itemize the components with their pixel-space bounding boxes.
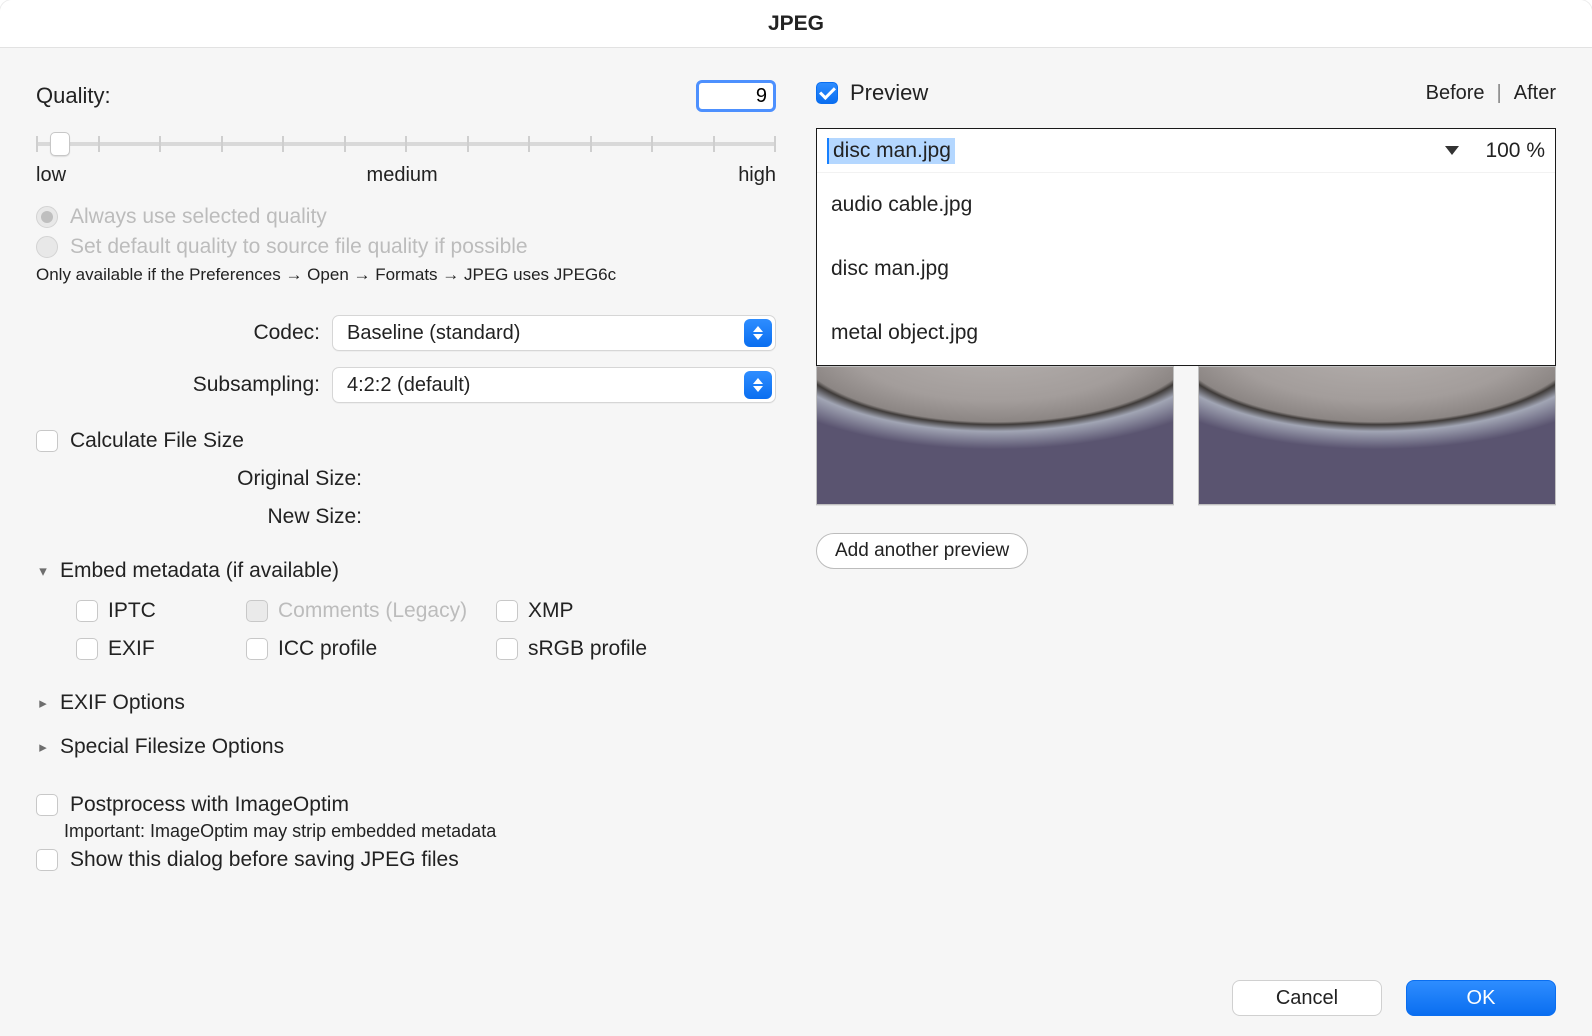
quality-slider[interactable]	[36, 126, 776, 160]
slider-high-label: high	[738, 164, 776, 187]
dropdown-option[interactable]: metal object.jpg	[817, 301, 1555, 365]
slider-medium-label: medium	[367, 164, 438, 187]
embed-metadata-disclosure[interactable]: ▾ Embed metadata (if available)	[36, 559, 776, 583]
updown-icon	[744, 319, 772, 347]
subsampling-label: Subsampling:	[36, 373, 320, 397]
quality-label: Quality:	[36, 83, 111, 109]
subsampling-select[interactable]: 4:2:2 (default)	[332, 367, 776, 403]
zoom-level: 100 %	[1485, 139, 1545, 163]
radio-source-label: Set default quality to source file quali…	[70, 235, 528, 259]
slider-thumb[interactable]	[50, 132, 70, 156]
xmp-checkbox[interactable]	[496, 600, 518, 622]
embed-metadata-label: Embed metadata (if available)	[60, 559, 339, 583]
dropdown-option[interactable]: disc man.jpg	[817, 237, 1555, 301]
calc-filesize-label: Calculate File Size	[70, 429, 244, 453]
comments-checkbox	[246, 600, 268, 622]
dialog-footer: Cancel OK	[1232, 980, 1556, 1016]
preview-images-row	[816, 366, 1556, 505]
slider-low-label: low	[36, 164, 66, 187]
separator: |	[1497, 82, 1502, 105]
calc-filesize-checkbox[interactable]	[36, 430, 58, 452]
exif-label: EXIF	[108, 637, 155, 661]
postprocess-note: Important: ImageOptim may strip embedded…	[64, 821, 776, 842]
iptc-label: IPTC	[108, 599, 156, 623]
postprocess-label: Postprocess with ImageOptim	[70, 793, 349, 817]
dialog-content: Quality: low medium high Always use	[0, 48, 1592, 1036]
iptc-checkbox[interactable]	[76, 600, 98, 622]
preview-checkbox[interactable]	[816, 82, 838, 104]
special-filesize-label: Special Filesize Options	[60, 735, 284, 759]
preview-panel: Preview Before | After disc man.jpg 100 …	[816, 80, 1556, 1016]
dialog-title: JPEG	[0, 0, 1592, 48]
subsampling-value: 4:2:2 (default)	[347, 374, 470, 397]
chevron-down-icon: ▾	[36, 562, 50, 580]
original-size-label: Original Size:	[36, 467, 368, 491]
show-dialog-checkbox[interactable]	[36, 849, 58, 871]
codec-label: Codec:	[36, 321, 320, 345]
updown-icon	[744, 371, 772, 399]
codec-select[interactable]: Baseline (standard)	[332, 315, 776, 351]
add-preview-button[interactable]: Add another preview	[816, 533, 1028, 569]
comments-label: Comments (Legacy)	[278, 599, 467, 623]
radio-source-quality	[36, 236, 58, 258]
settings-panel: Quality: low medium high Always use	[36, 80, 776, 1016]
preview-after-image[interactable]	[1198, 366, 1556, 505]
radio-always-label: Always use selected quality	[70, 205, 327, 229]
preview-label: Preview	[850, 80, 928, 106]
icc-checkbox[interactable]	[246, 638, 268, 660]
radio-hint: Only available if the Preferences → Open…	[36, 265, 776, 285]
cancel-button[interactable]: Cancel	[1232, 980, 1382, 1016]
selected-file-text[interactable]: disc man.jpg	[827, 138, 955, 164]
codec-value: Baseline (standard)	[347, 322, 520, 345]
chevron-right-icon: ▸	[36, 738, 50, 756]
postprocess-checkbox[interactable]	[36, 794, 58, 816]
radio-always-use-selected	[36, 206, 58, 228]
exif-options-disclosure[interactable]: ▸ EXIF Options	[36, 691, 776, 715]
after-label[interactable]: After	[1514, 82, 1556, 105]
srgb-checkbox[interactable]	[496, 638, 518, 660]
exif-checkbox[interactable]	[76, 638, 98, 660]
show-dialog-label: Show this dialog before saving JPEG file…	[70, 848, 459, 872]
slider-ticks	[36, 136, 776, 152]
xmp-label: XMP	[528, 599, 574, 623]
new-size-label: New Size:	[36, 505, 368, 529]
dropdown-option[interactable]: audio cable.jpg	[817, 173, 1555, 237]
jpeg-export-dialog: JPEG Quality: low medium high	[0, 0, 1592, 1036]
preview-file-combobox[interactable]: disc man.jpg 100 % audio cable.jpg disc …	[816, 128, 1556, 366]
exif-options-label: EXIF Options	[60, 691, 185, 715]
before-label[interactable]: Before	[1426, 82, 1485, 105]
ok-button[interactable]: OK	[1406, 980, 1556, 1016]
chevron-right-icon: ▸	[36, 694, 50, 712]
special-filesize-disclosure[interactable]: ▸ Special Filesize Options	[36, 735, 776, 759]
file-dropdown-list: audio cable.jpg disc man.jpg metal objec…	[817, 173, 1555, 365]
icc-label: ICC profile	[278, 637, 377, 661]
preview-before-image[interactable]	[816, 366, 1174, 505]
quality-input[interactable]	[696, 80, 776, 112]
caret-down-icon[interactable]	[1445, 146, 1459, 155]
srgb-label: sRGB profile	[528, 637, 647, 661]
